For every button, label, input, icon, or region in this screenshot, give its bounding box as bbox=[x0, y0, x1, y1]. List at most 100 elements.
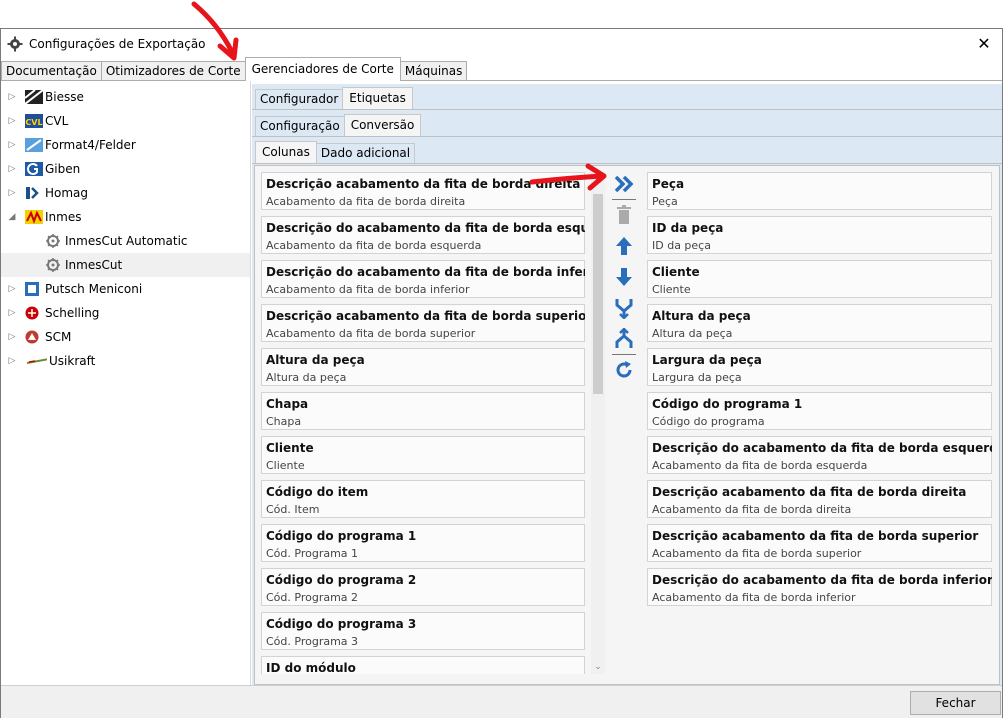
add-all-button[interactable] bbox=[612, 172, 636, 196]
export-settings-window: Configurações de Exportação ✕ Documentaç… bbox=[0, 28, 1003, 718]
tree-item-label: CVL bbox=[45, 114, 69, 128]
tree-item-schelling[interactable]: ▷ Schelling bbox=[1, 301, 250, 325]
window-close-button[interactable]: ✕ bbox=[974, 33, 994, 53]
tree-item-scm[interactable]: ▷ SCM bbox=[1, 325, 250, 349]
list-item[interactable]: Descrição do acabamento da fita de borda… bbox=[647, 568, 992, 606]
selected-columns-list[interactable]: Peça Peça ID da peça ID da peça Cliente Cli… bbox=[647, 172, 992, 674]
annotation-arrow-add-all bbox=[529, 163, 607, 191]
tree-item-label: Homag bbox=[45, 186, 89, 200]
list-item[interactable]: Código do programa 1 Código do programa bbox=[647, 392, 992, 430]
tree-item-homag[interactable]: ▷ Homag bbox=[1, 181, 250, 205]
sub-tabs-level1: Configurador Etiquetas bbox=[252, 84, 1002, 110]
tree-item-label: InmesCut bbox=[65, 258, 123, 272]
expand-triangle-icon[interactable]: ▷ bbox=[7, 356, 17, 366]
tree-item-inmescut[interactable]: InmesCut bbox=[1, 253, 250, 277]
list-item[interactable]: ID da peça ID da peça bbox=[647, 216, 992, 254]
expand-triangle-icon[interactable]: ▷ bbox=[7, 92, 17, 102]
list-item[interactable]: Descrição acabamento da fita de borda di… bbox=[647, 480, 992, 518]
tree-item-format4-felder[interactable]: ▷ Format4/Felder bbox=[1, 133, 250, 157]
list-item[interactable]: Descrição acabamento da fita de borda su… bbox=[647, 524, 992, 562]
close-icon: ✕ bbox=[977, 33, 991, 53]
scm-logo-icon bbox=[25, 330, 39, 344]
tab-documentacao[interactable]: Documentação bbox=[1, 61, 102, 81]
available-columns-list[interactable]: Descrição acabamento da fita de borda di… bbox=[261, 172, 585, 674]
tab-conversao[interactable]: Conversão bbox=[343, 114, 422, 136]
tab-colunas[interactable]: Colunas bbox=[255, 141, 317, 163]
tree-item-label: Biesse bbox=[45, 90, 84, 104]
list-item[interactable]: Cliente Cliente bbox=[261, 436, 585, 474]
expand-triangle-icon[interactable]: ▷ bbox=[7, 140, 17, 150]
list-item[interactable]: Chapa Chapa bbox=[261, 392, 585, 430]
delete-button[interactable] bbox=[612, 203, 636, 227]
tab-configuracao[interactable]: Configuração bbox=[255, 116, 345, 136]
title-bar: Configurações de Exportação ✕ bbox=[1, 29, 1002, 59]
tree-item-giben[interactable]: ▷ Giben bbox=[1, 157, 250, 181]
settings-pane: Configurador Etiquetas Configuração Conv… bbox=[252, 84, 1002, 688]
expand-triangle-icon[interactable]: ▷ bbox=[7, 116, 17, 126]
tab-dado-adicional[interactable]: Dado adicional bbox=[315, 143, 416, 163]
tab-etiquetas[interactable]: Etiquetas bbox=[342, 87, 413, 109]
split-button[interactable] bbox=[612, 327, 636, 351]
arrow-down-icon bbox=[616, 268, 632, 286]
list-item[interactable]: ID do módulo bbox=[261, 656, 585, 674]
expand-triangle-icon[interactable]: ▷ bbox=[7, 284, 17, 294]
columns-panel: Descrição acabamento da fita de borda di… bbox=[254, 165, 1000, 685]
list-item[interactable]: Altura da peça Altura da peça bbox=[261, 348, 585, 386]
list-item[interactable]: Peça Peça bbox=[647, 172, 992, 210]
merge-button[interactable] bbox=[612, 296, 636, 320]
giben-logo-icon bbox=[25, 162, 43, 176]
list-item[interactable]: Código do item Cód. Item bbox=[261, 480, 585, 518]
tree-item-label: Schelling bbox=[45, 306, 100, 320]
tree-item-putsch-meniconi[interactable]: ▷ Putsch Meniconi bbox=[1, 277, 250, 301]
list-item[interactable]: Cliente Cliente bbox=[647, 260, 992, 298]
inmes-logo-icon bbox=[25, 210, 43, 224]
reset-button[interactable] bbox=[612, 358, 636, 382]
move-up-button[interactable] bbox=[612, 234, 636, 258]
tab-configurador[interactable]: Configurador bbox=[255, 89, 344, 109]
tree-item-label: Format4/Felder bbox=[45, 138, 136, 152]
tab-otimizadores-de-corte[interactable]: Otimizadores de Corte bbox=[100, 61, 246, 81]
cvl-logo-icon: CVL bbox=[25, 114, 43, 128]
move-down-button[interactable] bbox=[612, 265, 636, 289]
sub-tabs-level3: Colunas Dado adicional bbox=[252, 138, 1002, 164]
tree-item-biesse[interactable]: ▷ Biesse bbox=[1, 85, 250, 109]
tree-item-label: InmesCut Automatic bbox=[65, 234, 188, 248]
putsch-logo-icon bbox=[25, 282, 39, 296]
refresh-icon bbox=[616, 361, 632, 378]
main-frame: ▷ Biesse ▷ CVL CVL ▷ Format4/Felder ▷ Gi… bbox=[1, 80, 1002, 688]
close-dialog-button[interactable]: Fechar bbox=[910, 691, 1001, 715]
tree-item-label: Putsch Meniconi bbox=[45, 282, 143, 296]
scroll-down-icon[interactable]: ⌄ bbox=[591, 660, 605, 674]
list-item[interactable]: Descrição acabamento da fita de borda su… bbox=[261, 304, 585, 342]
tab-gerenciadores-de-corte[interactable]: Gerenciadores de Corte bbox=[244, 57, 401, 81]
collapse-triangle-icon[interactable]: ◢ bbox=[7, 212, 17, 222]
double-chevron-right-icon bbox=[614, 175, 634, 193]
tab-maquinas[interactable]: Máquinas bbox=[399, 61, 468, 81]
format4-logo-icon bbox=[25, 138, 43, 152]
list-item[interactable]: Largura da peça Largura da peça bbox=[647, 348, 992, 386]
available-list-scrollbar[interactable]: ▲ ⌄ bbox=[591, 172, 605, 674]
tree-item-inmescut-automatic[interactable]: InmesCut Automatic bbox=[1, 229, 250, 253]
list-item[interactable]: Código do programa 3 Cód. Programa 3 bbox=[261, 612, 585, 650]
scroll-thumb[interactable] bbox=[593, 194, 603, 394]
list-item[interactable]: Descrição do acabamento da fita de borda… bbox=[647, 436, 992, 474]
tree-item-cvl[interactable]: ▷ CVL CVL bbox=[1, 109, 250, 133]
list-item[interactable]: Descrição do acabamento da fita de borda… bbox=[261, 260, 585, 298]
tree-item-inmes[interactable]: ◢ Inmes bbox=[1, 205, 250, 229]
expand-triangle-icon[interactable]: ▷ bbox=[7, 188, 17, 198]
toolbar-divider bbox=[612, 199, 636, 200]
expand-triangle-icon[interactable]: ▷ bbox=[7, 308, 17, 318]
trash-icon bbox=[617, 205, 631, 224]
list-item[interactable]: Descrição do acabamento da fita de borda… bbox=[261, 216, 585, 254]
tree-item-usikraft[interactable]: ▷ Usikraft bbox=[1, 349, 250, 373]
expand-triangle-icon[interactable]: ▷ bbox=[7, 164, 17, 174]
list-item[interactable]: Código do programa 1 Cód. Programa 1 bbox=[261, 524, 585, 562]
arrow-up-icon bbox=[616, 237, 632, 255]
usikraft-logo-icon bbox=[26, 358, 47, 364]
annotation-arrow-tab bbox=[191, 1, 239, 61]
list-item[interactable]: Código do programa 2 Cód. Programa 2 bbox=[261, 568, 585, 606]
list-item[interactable]: Altura da peça Altura da peça bbox=[647, 304, 992, 342]
tree-item-label: SCM bbox=[45, 330, 72, 344]
merge-icon bbox=[615, 299, 633, 319]
expand-triangle-icon[interactable]: ▷ bbox=[7, 332, 17, 342]
